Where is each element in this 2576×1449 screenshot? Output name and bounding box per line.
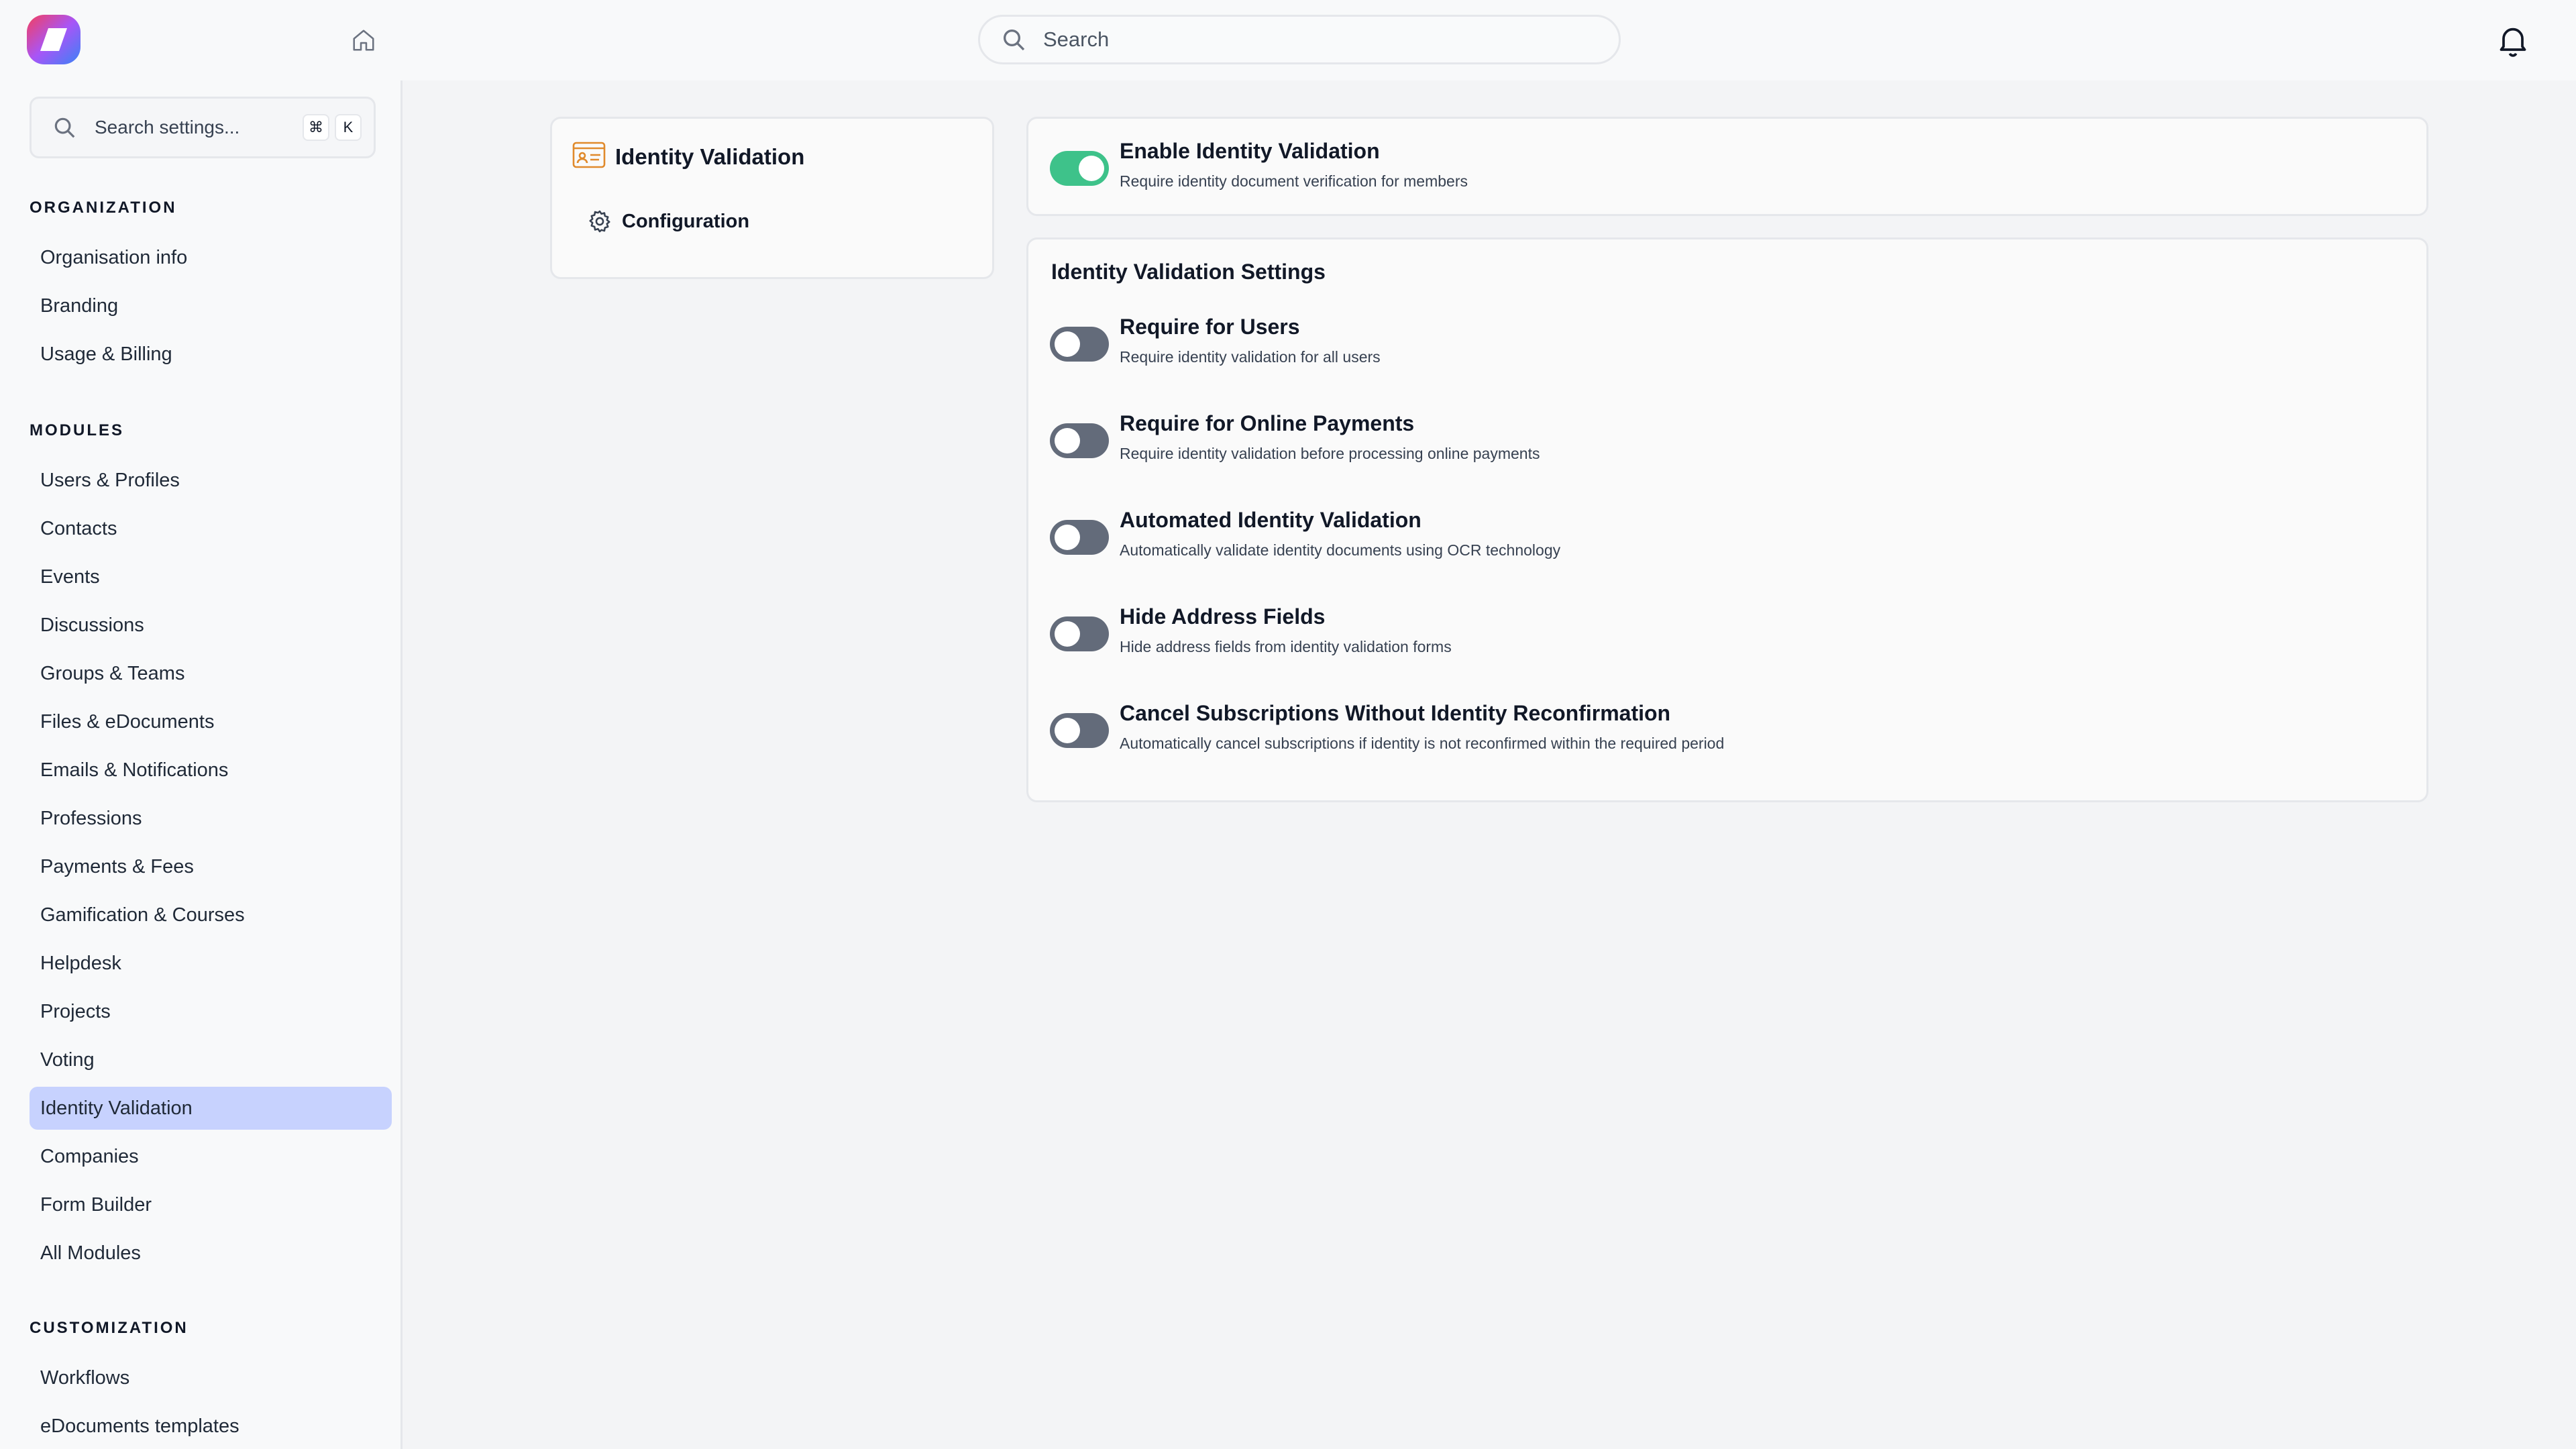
section-title-organization: ORGANIZATION — [30, 199, 177, 217]
sidebar-item-identity-validation[interactable]: Identity Validation — [30, 1087, 392, 1130]
main-content: Identity Validation Configuration Enable… — [402, 80, 2576, 1449]
sidebar-item-companies[interactable]: Companies — [30, 1135, 392, 1178]
shortcut-key-cmd: ⌘ — [303, 114, 329, 141]
module-nav-configuration[interactable]: Configuration — [587, 209, 749, 234]
sidebar-item-form-builder[interactable]: Form Builder — [30, 1183, 392, 1226]
settings-search[interactable]: ⌘ K — [30, 97, 376, 158]
require-for-online-payments-toggle[interactable] — [1050, 423, 1109, 458]
sidebar-item-workflows[interactable]: Workflows — [30, 1356, 392, 1399]
require-for-users-toggle[interactable] — [1050, 327, 1109, 362]
home-icon[interactable] — [347, 24, 380, 56]
setting-title: Require for Users — [1120, 315, 1300, 339]
sidebar-item-contacts[interactable]: Contacts — [30, 507, 392, 550]
search-icon — [54, 117, 75, 138]
sidebar-item-groups-teams[interactable]: Groups & Teams — [30, 652, 392, 695]
setting-title: Hide Address Fields — [1120, 604, 1326, 629]
sidebar-item-users-profiles[interactable]: Users & Profiles — [30, 459, 392, 502]
global-search[interactable] — [978, 15, 1621, 64]
automated-identity-validation-toggle[interactable] — [1050, 520, 1109, 555]
sidebar-item-discussions[interactable]: Discussions — [30, 604, 392, 647]
setting-description: Hide address fields from identity valida… — [1120, 638, 1452, 655]
sidebar-item-files-edocuments[interactable]: Files & eDocuments — [30, 700, 392, 743]
settings-heading: Identity Validation Settings — [1051, 260, 1326, 284]
sidebar-item-voting[interactable]: Voting — [30, 1038, 392, 1081]
section-title-modules: MODULES — [30, 421, 124, 439]
setting-title: Require for Online Payments — [1120, 411, 1415, 435]
sidebar-item-payments-fees[interactable]: Payments & Fees — [30, 845, 392, 888]
setting-description: Require identity validation before proce… — [1120, 445, 1540, 462]
search-icon — [1004, 30, 1025, 51]
sidebar-item-gamification-courses[interactable]: Gamification & Courses — [30, 894, 392, 936]
app-logo[interactable] — [27, 15, 80, 64]
sidebar-item-organisation-info[interactable]: Organisation info — [30, 236, 392, 279]
enable-identity-validation-toggle[interactable] — [1050, 151, 1109, 186]
settings-card: Identity Validation Settings Require for… — [1026, 237, 2428, 802]
notifications-bell-icon[interactable] — [2494, 20, 2532, 60]
sidebar-item-events[interactable]: Events — [30, 555, 392, 598]
setting-title: Automated Identity Validation — [1120, 508, 1421, 532]
sidebar-item-emails-notifications[interactable]: Emails & Notifications — [30, 749, 392, 792]
section-title-customization: CUSTOMIZATION — [30, 1319, 189, 1337]
top-bar — [0, 0, 2576, 80]
setting-title: Cancel Subscriptions Without Identity Re… — [1120, 701, 1671, 725]
hide-address-fields-toggle[interactable] — [1050, 616, 1109, 651]
setting-description: Automatically validate identity document… — [1120, 541, 1561, 559]
sidebar-item-projects[interactable]: Projects — [30, 990, 392, 1033]
module-title: Identity Validation — [615, 144, 805, 169]
settings-search-input[interactable] — [93, 116, 290, 139]
sidebar-item-edocuments-templates[interactable]: eDocuments templates — [30, 1405, 392, 1448]
sidebar-item-professions[interactable]: Professions — [30, 797, 392, 840]
id-card-icon — [572, 142, 606, 168]
keyboard-shortcut: ⌘ K — [297, 114, 362, 141]
cancel-subscriptions-toggle[interactable] — [1050, 713, 1109, 748]
sidebar-item-all-modules[interactable]: All Modules — [30, 1232, 392, 1275]
setting-description: Require identity validation for all user… — [1120, 348, 1381, 366]
sidebar-item-usage-billing[interactable]: Usage & Billing — [30, 333, 392, 376]
module-nav-card: Identity Validation Configuration — [550, 117, 994, 279]
configuration-label: Configuration — [622, 210, 750, 232]
shortcut-key-k: K — [335, 114, 362, 141]
enable-card: Enable Identity Validation Require ident… — [1026, 117, 2428, 216]
setting-description: Automatically cancel subscriptions if id… — [1120, 735, 1725, 752]
enable-description: Require identity document verification f… — [1120, 172, 1468, 190]
enable-title: Enable Identity Validation — [1120, 139, 1380, 163]
gear-icon — [589, 210, 610, 233]
sidebar-item-helpdesk[interactable]: Helpdesk — [30, 942, 392, 985]
sidebar-item-branding[interactable]: Branding — [30, 284, 392, 327]
global-search-input[interactable] — [1042, 27, 1595, 52]
settings-sidebar: ⌘ K ORGANIZATION Organisation info Brand… — [0, 80, 402, 1449]
